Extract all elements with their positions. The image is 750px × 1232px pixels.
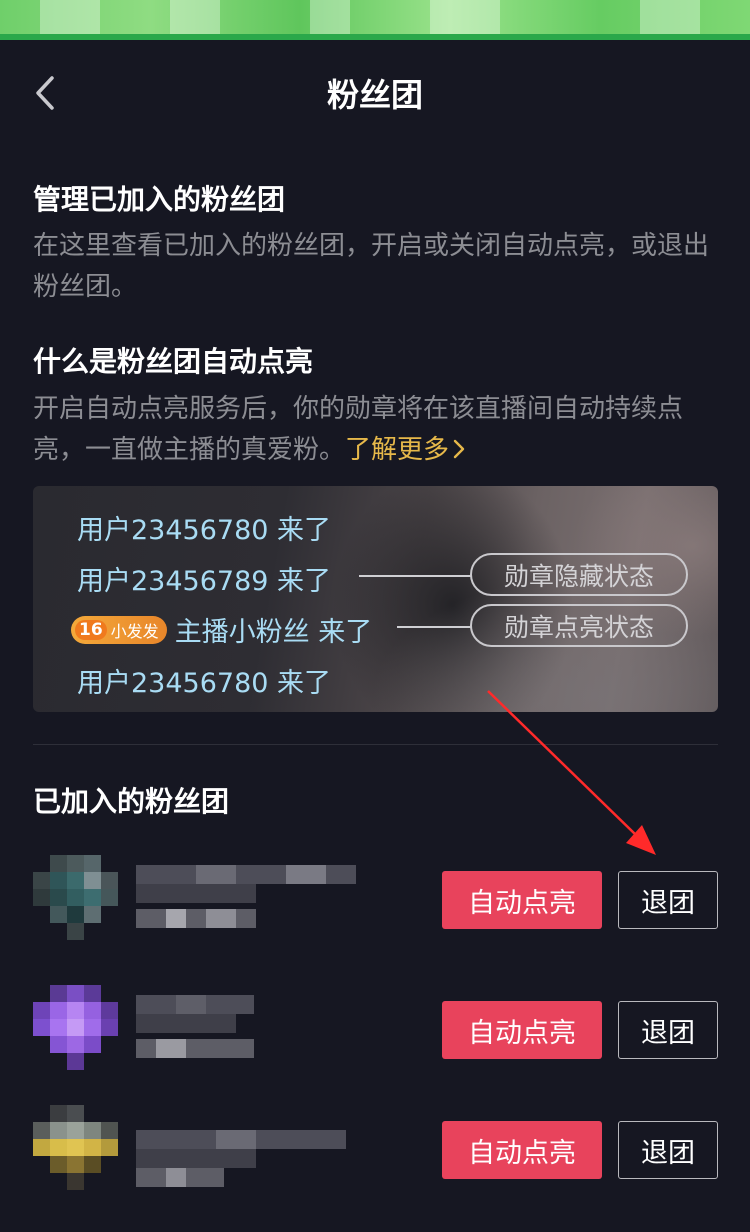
manage-description: 在这里查看已加入的粉丝团，开启或关闭自动点亮，或退出粉丝团。 <box>33 231 710 302</box>
chat-line-3-text: 主播小粉丝 来了 <box>174 617 373 648</box>
auto-light-demo-banner: 用户23456780 来了 用户23456789 来了 16 小发发 主播小粉丝… <box>33 486 718 712</box>
learn-more-link[interactable]: 了解更多 <box>345 435 466 465</box>
connector-line-lit <box>397 626 471 628</box>
learn-more-label: 了解更多 <box>345 435 450 465</box>
quit-club-button[interactable]: 退团 <box>618 1121 718 1179</box>
fan-badge: 16 小发发 <box>71 615 167 644</box>
chat-line-3: 16 小发发 主播小粉丝 来了 <box>71 610 372 649</box>
list-item: 自动点亮 退团 <box>0 985 750 1095</box>
section-divider <box>33 744 718 745</box>
badge-hidden-state-pill: 勋章隐藏状态 <box>470 553 688 596</box>
joined-heading: 已加入的粉丝团 <box>33 785 230 818</box>
chat-line-2: 用户23456789 来了 <box>77 566 332 597</box>
quit-club-button[interactable]: 退团 <box>618 1001 718 1059</box>
avatar[interactable] <box>33 855 119 941</box>
chat-line-1: 用户23456780 来了 <box>77 515 332 546</box>
avatar[interactable] <box>33 1105 119 1191</box>
chat-line-4: 用户23456780 来了 <box>77 668 332 699</box>
status-bar-blurred <box>0 0 750 40</box>
list-item: 自动点亮 退团 <box>0 855 750 965</box>
fan-badge-name: 小发发 <box>110 621 159 641</box>
auto-light-button[interactable]: 自动点亮 <box>442 1001 602 1059</box>
page-title: 粉丝团 <box>326 76 423 114</box>
auto-light-heading: 什么是粉丝团自动点亮 <box>33 345 314 378</box>
list-item: 自动点亮 退团 <box>0 1105 750 1215</box>
auto-light-button[interactable]: 自动点亮 <box>442 1121 602 1179</box>
nav-bar: 粉丝团 <box>0 40 750 146</box>
chevron-right-icon <box>453 439 465 459</box>
quit-club-button[interactable]: 退团 <box>618 871 718 929</box>
fan-badge-level: 16 <box>75 619 107 640</box>
fan-club-page: 粉丝团 管理已加入的粉丝团 在这里查看已加入的粉丝团，开启或关闭自动点亮，或退出… <box>0 0 750 1232</box>
manage-heading: 管理已加入的粉丝团 <box>33 183 286 216</box>
badge-lit-state-pill: 勋章点亮状态 <box>470 604 688 647</box>
auto-light-description: 开启自动点亮服务后，你的勋章将在该直播间自动持续点亮，一直做主播的真爱粉。了解更… <box>33 389 723 471</box>
annotation-arrow-icon <box>487 690 656 855</box>
avatar[interactable] <box>33 985 119 1071</box>
auto-light-button[interactable]: 自动点亮 <box>442 871 602 929</box>
connector-line-hidden <box>359 575 471 577</box>
